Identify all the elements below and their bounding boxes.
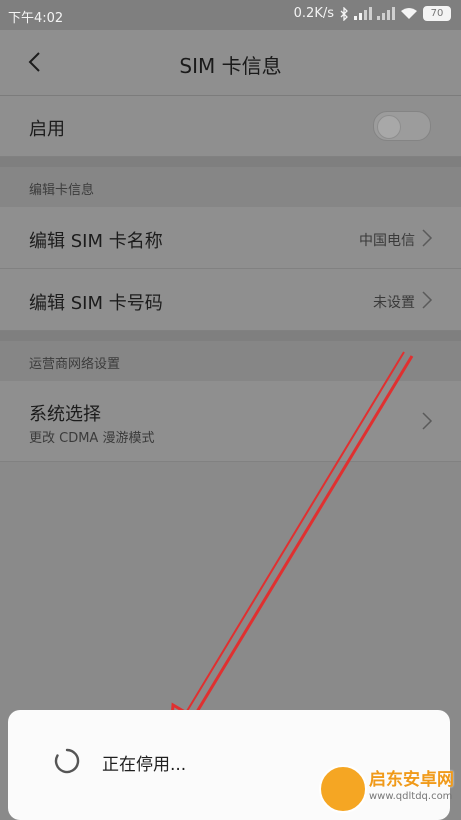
toast-message: 正在停用... (102, 755, 187, 775)
enable-toggle[interactable] (373, 111, 431, 141)
status-time: 下午4:02 (8, 11, 64, 26)
edit-sim-number-row[interactable]: 编辑 SIM 卡号码 未设置 (0, 269, 461, 331)
signal-icon-2 (377, 7, 395, 20)
section-gap (0, 331, 461, 341)
chevron-right-icon (422, 412, 433, 430)
watermark-url: www.qdltdq.com (369, 791, 453, 802)
edit-section-title: 编辑卡信息 (29, 183, 95, 198)
edit-sim-name-row[interactable]: 编辑 SIM 卡名称 中国电信 (0, 207, 461, 269)
chevron-right-icon (422, 229, 433, 247)
network-speed: 0.2K/s (293, 6, 334, 21)
wifi-icon (401, 8, 417, 19)
enable-label: 启用 (29, 119, 65, 140)
status-icons: 0.2K/s 70 (294, 6, 451, 21)
watermark-title: 启东安卓网 (369, 770, 454, 790)
watermark-logo-icon (319, 765, 367, 813)
carrier-section-title: 运营商网络设置 (29, 357, 121, 372)
edit-sim-number-label: 编辑 SIM 卡号码 (29, 293, 163, 314)
section-gap (0, 157, 461, 167)
page-title: SIM 卡信息 (179, 54, 282, 78)
edit-section-header: 编辑卡信息 (0, 167, 461, 207)
status-bar: 下午4:02 0.2K/s 70 (0, 0, 461, 30)
app-header: SIM 卡信息 (0, 30, 461, 96)
chevron-right-icon (422, 291, 433, 309)
toggle-knob (377, 115, 401, 139)
signal-icon-1 (354, 7, 372, 20)
bluetooth-icon (340, 6, 348, 21)
system-select-row[interactable]: 系统选择 更改 CDMA 漫游模式 (0, 381, 461, 462)
battery-icon: 70 (423, 6, 451, 21)
system-select-label: 系统选择 (29, 404, 101, 425)
edit-sim-name-label: 编辑 SIM 卡名称 (29, 231, 163, 252)
edit-sim-number-value: 未设置 (373, 295, 415, 311)
loading-spinner-icon (54, 748, 80, 774)
carrier-section-header: 运营商网络设置 (0, 341, 461, 381)
system-select-subtitle: 更改 CDMA 漫游模式 (29, 431, 155, 446)
edit-sim-name-value: 中国电信 (359, 233, 415, 249)
enable-row[interactable]: 启用 (0, 96, 461, 157)
site-watermark: 启东安卓网 www.qdltdq.com (315, 759, 455, 815)
